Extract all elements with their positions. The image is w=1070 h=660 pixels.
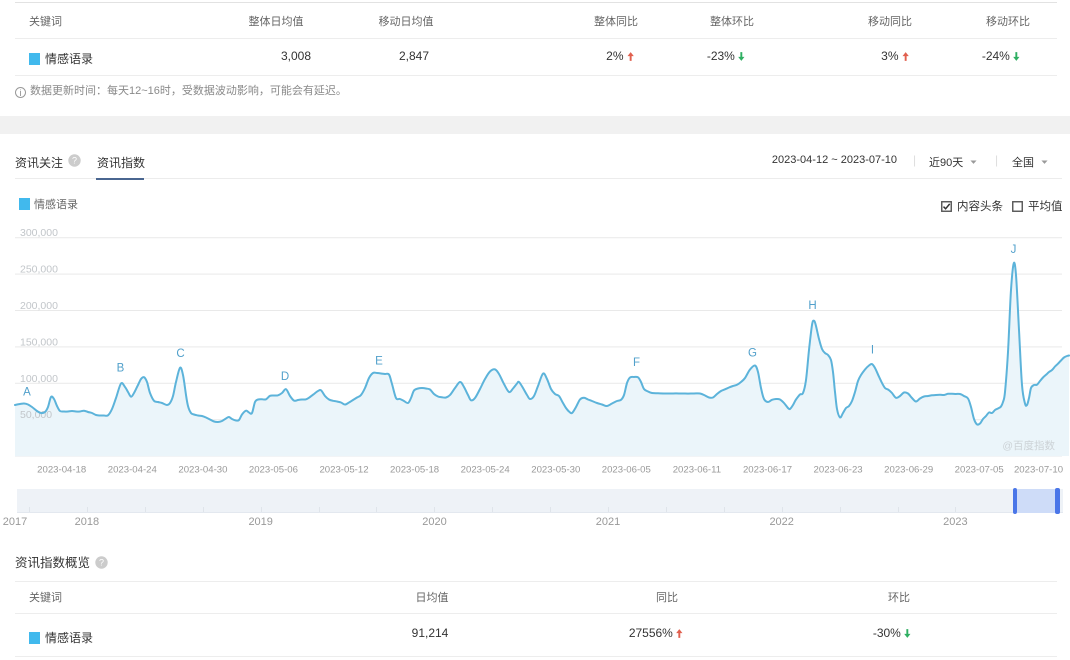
svg-text:150,000: 150,000 [20, 336, 58, 348]
svg-text:D: D [281, 371, 289, 383]
svg-text:2023-04-30: 2023-04-30 [178, 465, 227, 476]
svg-text:300,000: 300,000 [20, 227, 58, 239]
svg-text:A: A [23, 387, 31, 399]
svg-text:C: C [176, 348, 184, 360]
svg-text:I: I [871, 345, 874, 357]
svg-text:2023-04-24: 2023-04-24 [108, 465, 158, 476]
svg-text:2023-06-11: 2023-06-11 [673, 465, 721, 476]
svg-text:2023-05-18: 2023-05-18 [390, 465, 439, 476]
svg-text:2023-06-29: 2023-06-29 [884, 465, 933, 476]
svg-text:H: H [808, 300, 816, 312]
svg-text:200,000: 200,000 [20, 300, 58, 312]
svg-text:?: ? [99, 558, 104, 568]
svg-text:250,000: 250,000 [20, 264, 58, 276]
svg-text:100,000: 100,000 [20, 373, 58, 385]
svg-text:F: F [633, 357, 640, 369]
svg-text:2023-05-24: 2023-05-24 [461, 465, 511, 476]
svg-text:J: J [1011, 244, 1017, 256]
svg-text:G: G [748, 348, 757, 360]
svg-text:2023-07-05: 2023-07-05 [955, 465, 1004, 476]
svg-text:2023-04-18: 2023-04-18 [37, 465, 86, 476]
svg-text:2023-05-12: 2023-05-12 [319, 465, 368, 476]
svg-text:E: E [375, 356, 383, 368]
svg-text:B: B [117, 363, 125, 375]
svg-text:2023-05-30: 2023-05-30 [531, 465, 580, 476]
svg-text:@百度指数: @百度指数 [1002, 439, 1055, 452]
svg-text:2023-06-23: 2023-06-23 [814, 465, 863, 476]
svg-text:?: ? [72, 156, 77, 166]
svg-text:2023-05-06: 2023-05-06 [249, 465, 298, 476]
svg-text:2023-06-05: 2023-06-05 [602, 465, 651, 476]
svg-text:2023-07-10: 2023-07-10 [1014, 465, 1063, 476]
svg-text:2023-06-17: 2023-06-17 [743, 465, 792, 476]
